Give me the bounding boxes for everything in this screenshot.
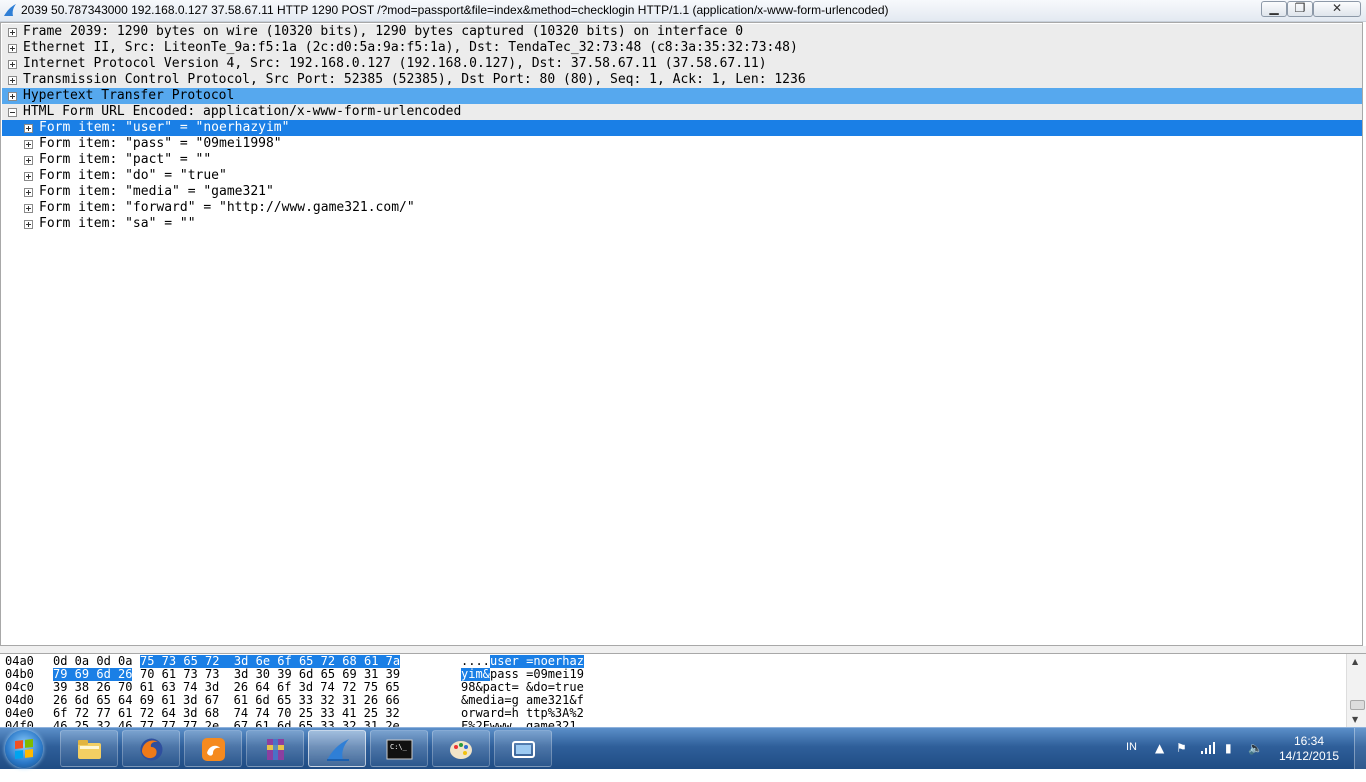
folder-icon — [76, 736, 103, 763]
archive-icon — [262, 736, 289, 763]
action-center-flag-icon[interactable]: ⚑ — [1176, 741, 1187, 755]
close-button[interactable]: ✕ — [1313, 1, 1361, 17]
tree-row-label: Transmission Control Protocol, Src Port:… — [23, 72, 806, 87]
show-desktop-button[interactable] — [1354, 728, 1366, 769]
taskbar-remote-button[interactable] — [494, 730, 552, 767]
language-indicator[interactable]: IN — [1126, 741, 1137, 782]
expand-icon[interactable] — [24, 204, 33, 213]
packet-details-tree[interactable]: Frame 2039: 1290 bytes on wire (10320 bi… — [0, 22, 1363, 646]
clock[interactable]: 16:34 14/12/2015 — [1272, 734, 1346, 764]
expand-icon[interactable] — [24, 140, 33, 149]
packet-bytes-pane[interactable]: ▲ ▼ 04a0 0d 0a 0d 0a 75 73 65 72 3d 6e 6f… — [0, 653, 1366, 727]
show-hidden-icons-icon[interactable]: ▲ — [1155, 741, 1164, 755]
scroll-up-icon[interactable]: ▲ — [1352, 657, 1358, 666]
scroll-down-icon[interactable]: ▼ — [1352, 715, 1358, 724]
protocol-tree-row[interactable]: Hypertext Transfer Protocol — [2, 88, 1362, 104]
tree-row-label: Hypertext Transfer Protocol — [23, 88, 235, 103]
taskbar-firefox-button[interactable] — [122, 730, 180, 767]
form-item-row[interactable]: Form item: "pact" = "" — [2, 152, 1362, 168]
uc-browser-icon — [200, 736, 227, 763]
collapse-icon[interactable] — [8, 108, 17, 117]
tree-row-label: Form item: "pact" = "" — [39, 152, 212, 167]
hex-offset: 04f0 — [5, 719, 34, 728]
tree-row-label: Internet Protocol Version 4, Src: 192.16… — [23, 56, 767, 71]
form-item-row[interactable]: Form item: "media" = "game321" — [2, 184, 1362, 200]
form-item-row[interactable]: Form item: "user" = "noerhazyim" — [2, 120, 1362, 136]
hex-bytes: 46 25 32 46 77 77 77 2e 67 61 6d 65 33 3… — [53, 719, 400, 728]
window-app-icon — [510, 736, 537, 763]
expand-icon[interactable] — [8, 60, 17, 69]
form-item-row[interactable]: Form item: "sa" = "" — [2, 216, 1362, 232]
tree-row-label: Form item: "do" = "true" — [39, 168, 227, 183]
taskbar-cmd-button[interactable]: C:\_ — [370, 730, 428, 767]
expand-icon[interactable] — [24, 156, 33, 165]
tree-row-label: Form item: "pass" = "09mei1998" — [39, 136, 282, 151]
protocol-tree-row[interactable]: Transmission Control Protocol, Src Port:… — [2, 72, 1362, 88]
protocol-tree-row[interactable]: Frame 2039: 1290 bytes on wire (10320 bi… — [2, 24, 1362, 40]
taskbar-paint-button[interactable] — [432, 730, 490, 767]
expand-icon[interactable] — [8, 76, 17, 85]
taskbar-winrar-button[interactable] — [246, 730, 304, 767]
expand-icon[interactable] — [24, 220, 33, 229]
tree-row-label: Ethernet II, Src: LiteonTe_9a:f5:1a (2c:… — [23, 40, 798, 55]
network-signal-icon[interactable] — [1200, 742, 1216, 754]
expand-icon[interactable] — [8, 44, 17, 53]
form-item-row[interactable]: Form item: "do" = "true" — [2, 168, 1362, 184]
tree-row-label: Form item: "media" = "game321" — [39, 184, 274, 199]
bytes-scrollbar[interactable]: ▲ ▼ — [1346, 654, 1366, 727]
pane-splitter[interactable] — [0, 646, 1366, 653]
expand-icon[interactable] — [24, 188, 33, 197]
taskbar-explorer-button[interactable] — [60, 730, 118, 767]
expand-icon[interactable] — [8, 28, 17, 37]
svg-text:C:\_: C:\_ — [390, 743, 408, 751]
wireshark-fin-icon — [4, 4, 16, 16]
expand-icon[interactable] — [24, 124, 33, 133]
maximize-button[interactable]: ❐ — [1287, 1, 1313, 17]
window-title: 2039 50.787343000 192.168.0.127 37.58.67… — [21, 3, 889, 17]
expand-icon[interactable] — [8, 92, 17, 101]
taskbar-uc-browser-button[interactable] — [184, 730, 242, 767]
protocol-tree-row[interactable]: Ethernet II, Src: LiteonTe_9a:f5:1a (2c:… — [2, 40, 1362, 56]
start-button[interactable] — [5, 730, 43, 768]
minimize-button[interactable]: ▁ — [1261, 1, 1287, 17]
maximize-icon: ❐ — [1294, 1, 1306, 15]
expand-icon[interactable] — [24, 172, 33, 181]
firefox-icon — [138, 736, 165, 763]
scroll-thumb[interactable] — [1350, 700, 1365, 710]
volume-icon[interactable]: 🔈 — [1248, 741, 1263, 755]
title-bar: 2039 50.787343000 192.168.0.127 37.58.67… — [0, 0, 1366, 22]
taskbar: C:\_ IN ▲ ⚑ ▮ 🔈 16:34 14/12/2015 — [0, 727, 1366, 769]
command-prompt-icon: C:\_ — [386, 736, 413, 763]
tree-row-label: Form item: "sa" = "" — [39, 216, 196, 231]
protocol-tree-row[interactable]: Internet Protocol Version 4, Src: 192.16… — [2, 56, 1362, 72]
ascii-bytes: F%2Fwww. game321. — [461, 719, 584, 728]
minimize-icon: ▁ — [1269, 1, 1279, 15]
tree-row-label: Form item: "user" = "noerhazyim" — [39, 120, 290, 135]
form-item-row[interactable]: Form item: "pass" = "09mei1998" — [2, 136, 1362, 152]
wireshark-fin-icon — [324, 736, 351, 763]
clock-date: 14/12/2015 — [1278, 749, 1340, 763]
close-icon: ✕ — [1331, 1, 1343, 15]
form-item-row[interactable]: Form item: "forward" = "http://www.game3… — [2, 200, 1362, 216]
battery-icon[interactable]: ▮ — [1225, 741, 1232, 755]
protocol-tree-row[interactable]: HTML Form URL Encoded: application/x-www… — [2, 104, 1362, 120]
tree-row-label: Form item: "forward" = "http://www.game3… — [39, 200, 415, 215]
tree-row-label: Frame 2039: 1290 bytes on wire (10320 bi… — [23, 24, 744, 39]
tree-row-label: HTML Form URL Encoded: application/x-www… — [23, 104, 462, 119]
paint-palette-icon — [448, 736, 475, 763]
taskbar-wireshark-button[interactable] — [308, 730, 366, 767]
clock-time: 16:34 — [1293, 734, 1325, 748]
